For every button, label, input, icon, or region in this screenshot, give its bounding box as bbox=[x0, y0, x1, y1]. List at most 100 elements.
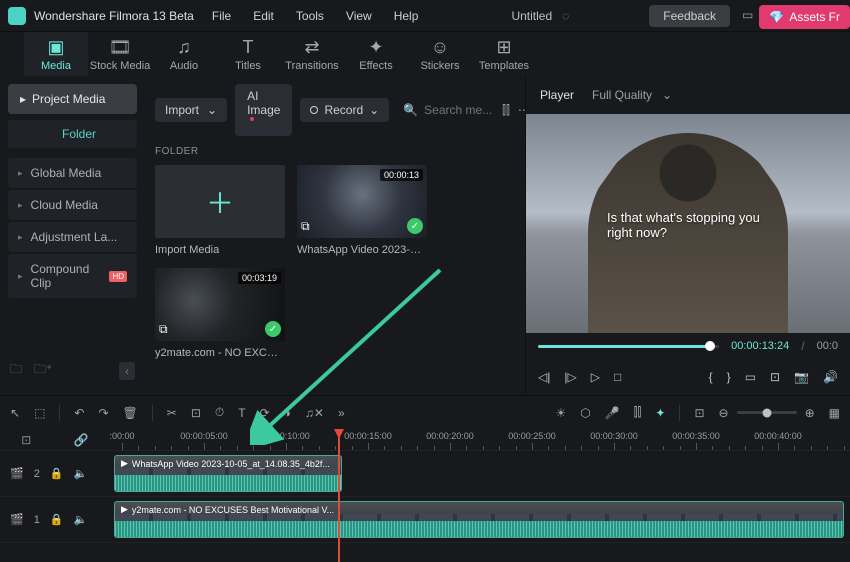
snapshot-icon[interactable]: 📷 bbox=[794, 370, 809, 384]
sidebar-item-cloud-media[interactable]: ▸Cloud Media bbox=[8, 190, 137, 220]
zoom-handle[interactable] bbox=[762, 408, 771, 417]
import-dropdown[interactable]: Import⌄ bbox=[155, 98, 227, 122]
time-total: 00:0 bbox=[817, 340, 838, 352]
menu-view[interactable]: View bbox=[346, 9, 372, 23]
media-item[interactable]: 00:03:19⧉✓ y2mate.com - NO EXCUSES ... bbox=[155, 268, 285, 359]
search-input[interactable] bbox=[424, 103, 494, 117]
new-folder-icon[interactable]: 🗀 bbox=[10, 360, 22, 381]
notification-dot-icon bbox=[250, 117, 254, 121]
mark-out-icon[interactable]: } bbox=[727, 370, 731, 384]
video-track-icon: 🎬 bbox=[10, 513, 24, 526]
zoom-slider[interactable]: ⊖ ⊕ bbox=[719, 406, 815, 420]
menu-tools[interactable]: Tools bbox=[296, 9, 324, 23]
sidebar-item-global-media[interactable]: ▸Global Media bbox=[8, 158, 137, 188]
tab-stock-media[interactable]: 🎞Stock Media bbox=[88, 32, 152, 76]
speed-icon[interactable]: ⏱ bbox=[215, 405, 224, 420]
tab-titles[interactable]: TTitles bbox=[216, 32, 280, 76]
pointer-tool-icon[interactable]: ↖ bbox=[10, 406, 20, 420]
more-tools-icon[interactable]: » bbox=[338, 406, 345, 420]
track-1[interactable]: ▶y2mate.com - NO EXCUSES Best Motivation… bbox=[110, 497, 850, 543]
transitions-icon: ⇄ bbox=[304, 37, 319, 58]
new-bin-icon[interactable]: 🗀⁺ bbox=[34, 360, 52, 381]
media-item-import[interactable]: ＋ Import Media bbox=[155, 165, 285, 256]
undo-icon[interactable]: ↶ bbox=[74, 406, 84, 420]
sidebar-item-adjustment-layer[interactable]: ▸Adjustment La... bbox=[8, 222, 137, 252]
scrub-track[interactable] bbox=[538, 345, 719, 348]
timeline-view-icon[interactable]: ▦ bbox=[829, 406, 840, 420]
marker-icon[interactable]: ⬡ bbox=[580, 406, 590, 420]
render-icon[interactable]: ☀ bbox=[556, 406, 567, 420]
document-title[interactable]: Untitled bbox=[511, 9, 552, 23]
assets-button[interactable]: 💎 Assets Fr bbox=[759, 5, 850, 29]
track-header-1[interactable]: 🎬1🔒🔈 bbox=[0, 497, 110, 543]
clip[interactable]: ▶WhatsApp Video 2023-10-05_at_14.08.35_4… bbox=[114, 455, 342, 492]
delete-icon[interactable]: 🗑 bbox=[123, 406, 138, 420]
crop-icon[interactable]: ⊡ bbox=[191, 406, 201, 420]
split-icon[interactable]: ✂ bbox=[167, 406, 177, 420]
preview-viewport[interactable]: Is that what's stopping you right now? bbox=[526, 114, 850, 333]
timeline-content[interactable]: :00:0000:00:05:0000:00:10:0000:00:15:000… bbox=[110, 429, 850, 562]
check-icon: ✓ bbox=[407, 218, 423, 234]
keyframe-icon[interactable]: ⟳ bbox=[260, 406, 270, 420]
mixer-icon[interactable]: ⫿⫿ bbox=[634, 405, 642, 420]
media-grid: ＋ Import Media 00:00:13⧉✓ WhatsApp Video… bbox=[155, 165, 515, 359]
quality-dropdown[interactable]: Full Quality⌄ bbox=[592, 88, 672, 102]
timeline-toolbar: ↖ ⬚ ↶ ↷ 🗑 ✂ ⊡ ⏱ T ⟳ ◑ ♫✕ » ☀ ⬡ 🎤 ⫿⫿ ✦ ⊡ … bbox=[0, 395, 850, 429]
mark-in-icon[interactable]: { bbox=[709, 370, 713, 384]
project-media-header[interactable]: ▸Project Media bbox=[8, 84, 137, 114]
lock-icon[interactable]: 🔒 bbox=[50, 467, 64, 480]
clip[interactable]: ▶y2mate.com - NO EXCUSES Best Motivation… bbox=[114, 501, 844, 538]
zoom-out-icon[interactable]: ⊖ bbox=[719, 406, 729, 420]
safe-zone-icon[interactable]: ⊡ bbox=[770, 370, 780, 384]
marker-gutter-icon[interactable]: ⊡ bbox=[21, 433, 31, 447]
track-header-2[interactable]: 🎬2🔒🔈 bbox=[0, 451, 110, 497]
timeline: ⊡🔗 🎬2🔒🔈 🎬1🔒🔈 :00:0000:00:05:0000:00:10:0… bbox=[0, 429, 850, 562]
sidebar-item-compound-clip[interactable]: ▸Compound ClipHD bbox=[8, 254, 137, 298]
tab-templates[interactable]: ⊞Templates bbox=[472, 32, 536, 76]
cloud-sync-icon[interactable]: ◌ bbox=[562, 9, 569, 23]
tab-transitions[interactable]: ⇄Transitions bbox=[280, 32, 344, 76]
volume-icon[interactable]: 🔊 bbox=[823, 370, 838, 384]
stop-icon[interactable]: □ bbox=[614, 370, 621, 384]
monitor-icon[interactable]: ▭ bbox=[742, 8, 758, 24]
tab-stickers[interactable]: ☺Stickers bbox=[408, 32, 472, 76]
detach-audio-icon[interactable]: ♫✕ bbox=[305, 406, 324, 420]
play-icon[interactable]: ▷ bbox=[591, 370, 600, 384]
ai-image-button[interactable]: AI Image bbox=[235, 84, 292, 136]
collapse-sidebar-icon[interactable]: ‹ bbox=[119, 362, 135, 380]
auto-ripple-icon[interactable]: ✦ bbox=[655, 406, 665, 420]
filter-icon[interactable]: ⫿⫿ bbox=[502, 103, 510, 118]
mute-icon[interactable]: 🔈 bbox=[74, 467, 88, 480]
text-icon[interactable]: T bbox=[238, 406, 245, 420]
player-tab[interactable]: Player bbox=[540, 88, 574, 102]
prev-frame-icon[interactable]: ◁| bbox=[538, 370, 550, 384]
tab-effects[interactable]: ✦Effects bbox=[344, 32, 408, 76]
mute-icon[interactable]: 🔈 bbox=[74, 513, 88, 526]
feedback-button[interactable]: Feedback bbox=[649, 5, 730, 27]
menu-edit[interactable]: Edit bbox=[253, 9, 274, 23]
tab-audio[interactable]: ♫Audio bbox=[152, 32, 216, 76]
lock-icon[interactable]: 🔒 bbox=[50, 513, 64, 526]
step-back-icon[interactable]: |▷ bbox=[564, 370, 576, 384]
playhead[interactable] bbox=[338, 429, 340, 562]
menu-help[interactable]: Help bbox=[394, 9, 419, 23]
redo-icon[interactable]: ↷ bbox=[98, 406, 108, 420]
ratio-icon[interactable]: ▭ bbox=[745, 370, 756, 384]
track-2[interactable]: ▶WhatsApp Video 2023-10-05_at_14.08.35_4… bbox=[110, 451, 850, 497]
duration-badge: 00:03:19 bbox=[238, 272, 281, 284]
media-item[interactable]: 00:00:13⧉✓ WhatsApp Video 2023-10-05... bbox=[297, 165, 427, 256]
search-box[interactable]: 🔍 bbox=[397, 103, 494, 117]
snap-icon[interactable]: ⊡ bbox=[694, 406, 704, 420]
zoom-in-icon[interactable]: ⊕ bbox=[805, 406, 815, 420]
tab-media[interactable]: ▣Media bbox=[24, 32, 88, 76]
duration-badge: 00:00:13 bbox=[380, 169, 423, 181]
select-tool-icon[interactable]: ⬚ bbox=[34, 406, 45, 420]
scrub-handle[interactable] bbox=[705, 341, 715, 351]
voice-icon[interactable]: 🎤 bbox=[605, 406, 620, 420]
color-icon[interactable]: ◑ bbox=[284, 406, 291, 420]
time-ruler[interactable]: :00:0000:00:05:0000:00:10:0000:00:15:000… bbox=[110, 429, 850, 451]
folder-tab[interactable]: Folder bbox=[8, 120, 137, 148]
menu-file[interactable]: File bbox=[212, 9, 231, 23]
record-dropdown[interactable]: Record⌄ bbox=[300, 98, 389, 122]
link-icon[interactable]: 🔗 bbox=[74, 433, 89, 447]
